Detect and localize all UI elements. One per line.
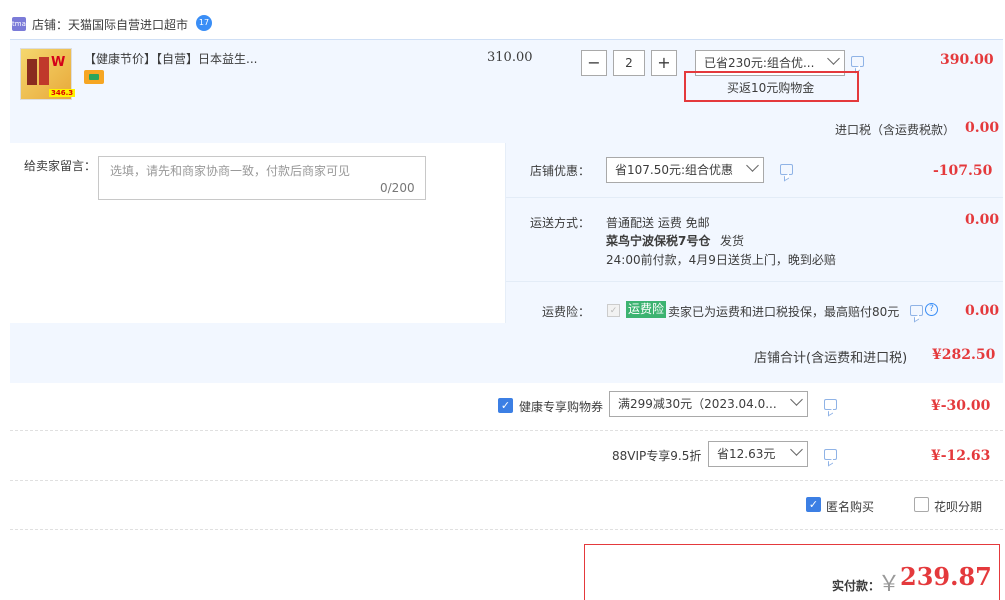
insurance-checkbox: ✓ <box>607 304 620 317</box>
vip-info-icon[interactable] <box>824 449 837 460</box>
insurance-chat-icon[interactable] <box>910 305 923 316</box>
vip-label: 88VIP专享9.5折 <box>612 449 702 463</box>
payment-amount: 239.87 <box>900 562 992 591</box>
item-subtotal: 390.00 <box>940 52 994 68</box>
shipping-warehouse: 菜鸟宁波保税7号仓 <box>606 234 711 248</box>
coupon-select[interactable]: 满299减30元（2023.04.0... <box>609 391 808 417</box>
currency-symbol: ￥ <box>878 572 901 597</box>
insurance-text: 卖家已为运费和进口税投保，最高赔付80元 <box>668 305 900 319</box>
gift-card-icon <box>84 70 104 84</box>
message-placeholder: 选填，请先和商家协商一致，付款后商家可见 <box>110 164 351 178</box>
import-tax-value: 0.00 <box>965 120 1000 136</box>
shipping-warehouse-suffix: 发货 <box>720 234 745 248</box>
shipping-value: 0.00 <box>965 212 1000 228</box>
item-promo-value: 已省230元:组合优... <box>704 56 815 70</box>
import-tax-label: 进口税（含运费税款） <box>835 123 956 137</box>
unit-price: 310.00 <box>487 50 533 65</box>
shop-total-value: ¥282.50 <box>932 347 996 363</box>
coupon-select-value: 满299减30元（2023.04.0... <box>618 397 777 411</box>
product-thumbnail[interactable]: W 346.3 <box>20 48 76 100</box>
payment-label: 实付款： <box>832 579 881 593</box>
coupon-info-icon[interactable] <box>824 399 837 410</box>
huabei-checkbox[interactable] <box>914 497 929 512</box>
shop-icon: tmall <box>12 17 30 31</box>
thumb-brand-mark: W <box>51 55 66 70</box>
coupon-value: ¥-30.00 <box>931 398 991 414</box>
message-label: 给卖家留言： <box>24 159 97 173</box>
chat-contact-icon[interactable]: 17 <box>196 15 212 31</box>
coupon-checkbox[interactable]: ✓ <box>498 398 513 413</box>
quantity-stepper: − 2 + <box>581 50 677 76</box>
decrease-button[interactable]: − <box>581 50 607 76</box>
shop-discount-label: 店铺优惠： <box>530 164 591 178</box>
increase-button[interactable]: + <box>651 50 677 76</box>
vip-select-value: 省12.63元 <box>717 447 776 461</box>
anonymous-label[interactable]: 匿名购买 <box>826 498 874 515</box>
divider <box>10 480 1003 481</box>
thumb-price-tag: 346.3 <box>49 89 76 97</box>
divider <box>10 430 1003 431</box>
huabei-label[interactable]: 花呗分期 <box>934 498 982 515</box>
vip-value: ¥-12.63 <box>931 448 991 464</box>
shop-name[interactable]: 店铺：天猫国际自营进口超市 <box>32 16 188 33</box>
vip-select[interactable]: 省12.63元 <box>708 441 808 467</box>
shipping-label: 运送方式： <box>530 216 591 230</box>
shop-discount-select[interactable]: 省107.50元:组合优惠 <box>606 157 764 183</box>
quantity-input[interactable]: 2 <box>613 50 645 76</box>
chevron-down-icon <box>790 393 803 406</box>
discount-info-icon[interactable] <box>780 164 793 175</box>
message-char-count: 0/200 <box>380 181 415 195</box>
chevron-down-icon <box>746 159 759 172</box>
product-title[interactable]: 【健康节价】【自营】日本益生... <box>84 50 257 67</box>
help-icon[interactable]: ? <box>925 303 938 316</box>
insurance-tag: 运费险 <box>626 301 667 318</box>
shop-discount-value-text: 省107.50元:组合优惠 <box>615 163 734 177</box>
divider <box>506 197 1003 198</box>
delivery-promise: 24:00前付款，4月9日送货上门，晚到必赔 <box>606 253 836 267</box>
chevron-down-icon <box>790 443 803 456</box>
insurance-label: 运费险： <box>542 305 591 319</box>
shop-discount-value: -107.50 <box>933 163 993 179</box>
anonymous-checkbox[interactable]: ✓ <box>806 497 821 512</box>
shop-total-label: 店铺合计(含运费和进口税) <box>754 351 908 366</box>
divider <box>506 281 1003 282</box>
divider <box>10 529 1003 530</box>
chevron-down-icon <box>827 52 840 65</box>
promo-info-icon[interactable] <box>851 56 864 67</box>
insurance-value: 0.00 <box>965 303 1000 319</box>
shipping-method: 普通配送 运费 免邮 <box>606 216 710 230</box>
divider <box>505 143 506 323</box>
cashback-text: 买返10元购物金 <box>727 81 815 95</box>
coupon-label: 健康专享购物券 <box>519 400 604 414</box>
